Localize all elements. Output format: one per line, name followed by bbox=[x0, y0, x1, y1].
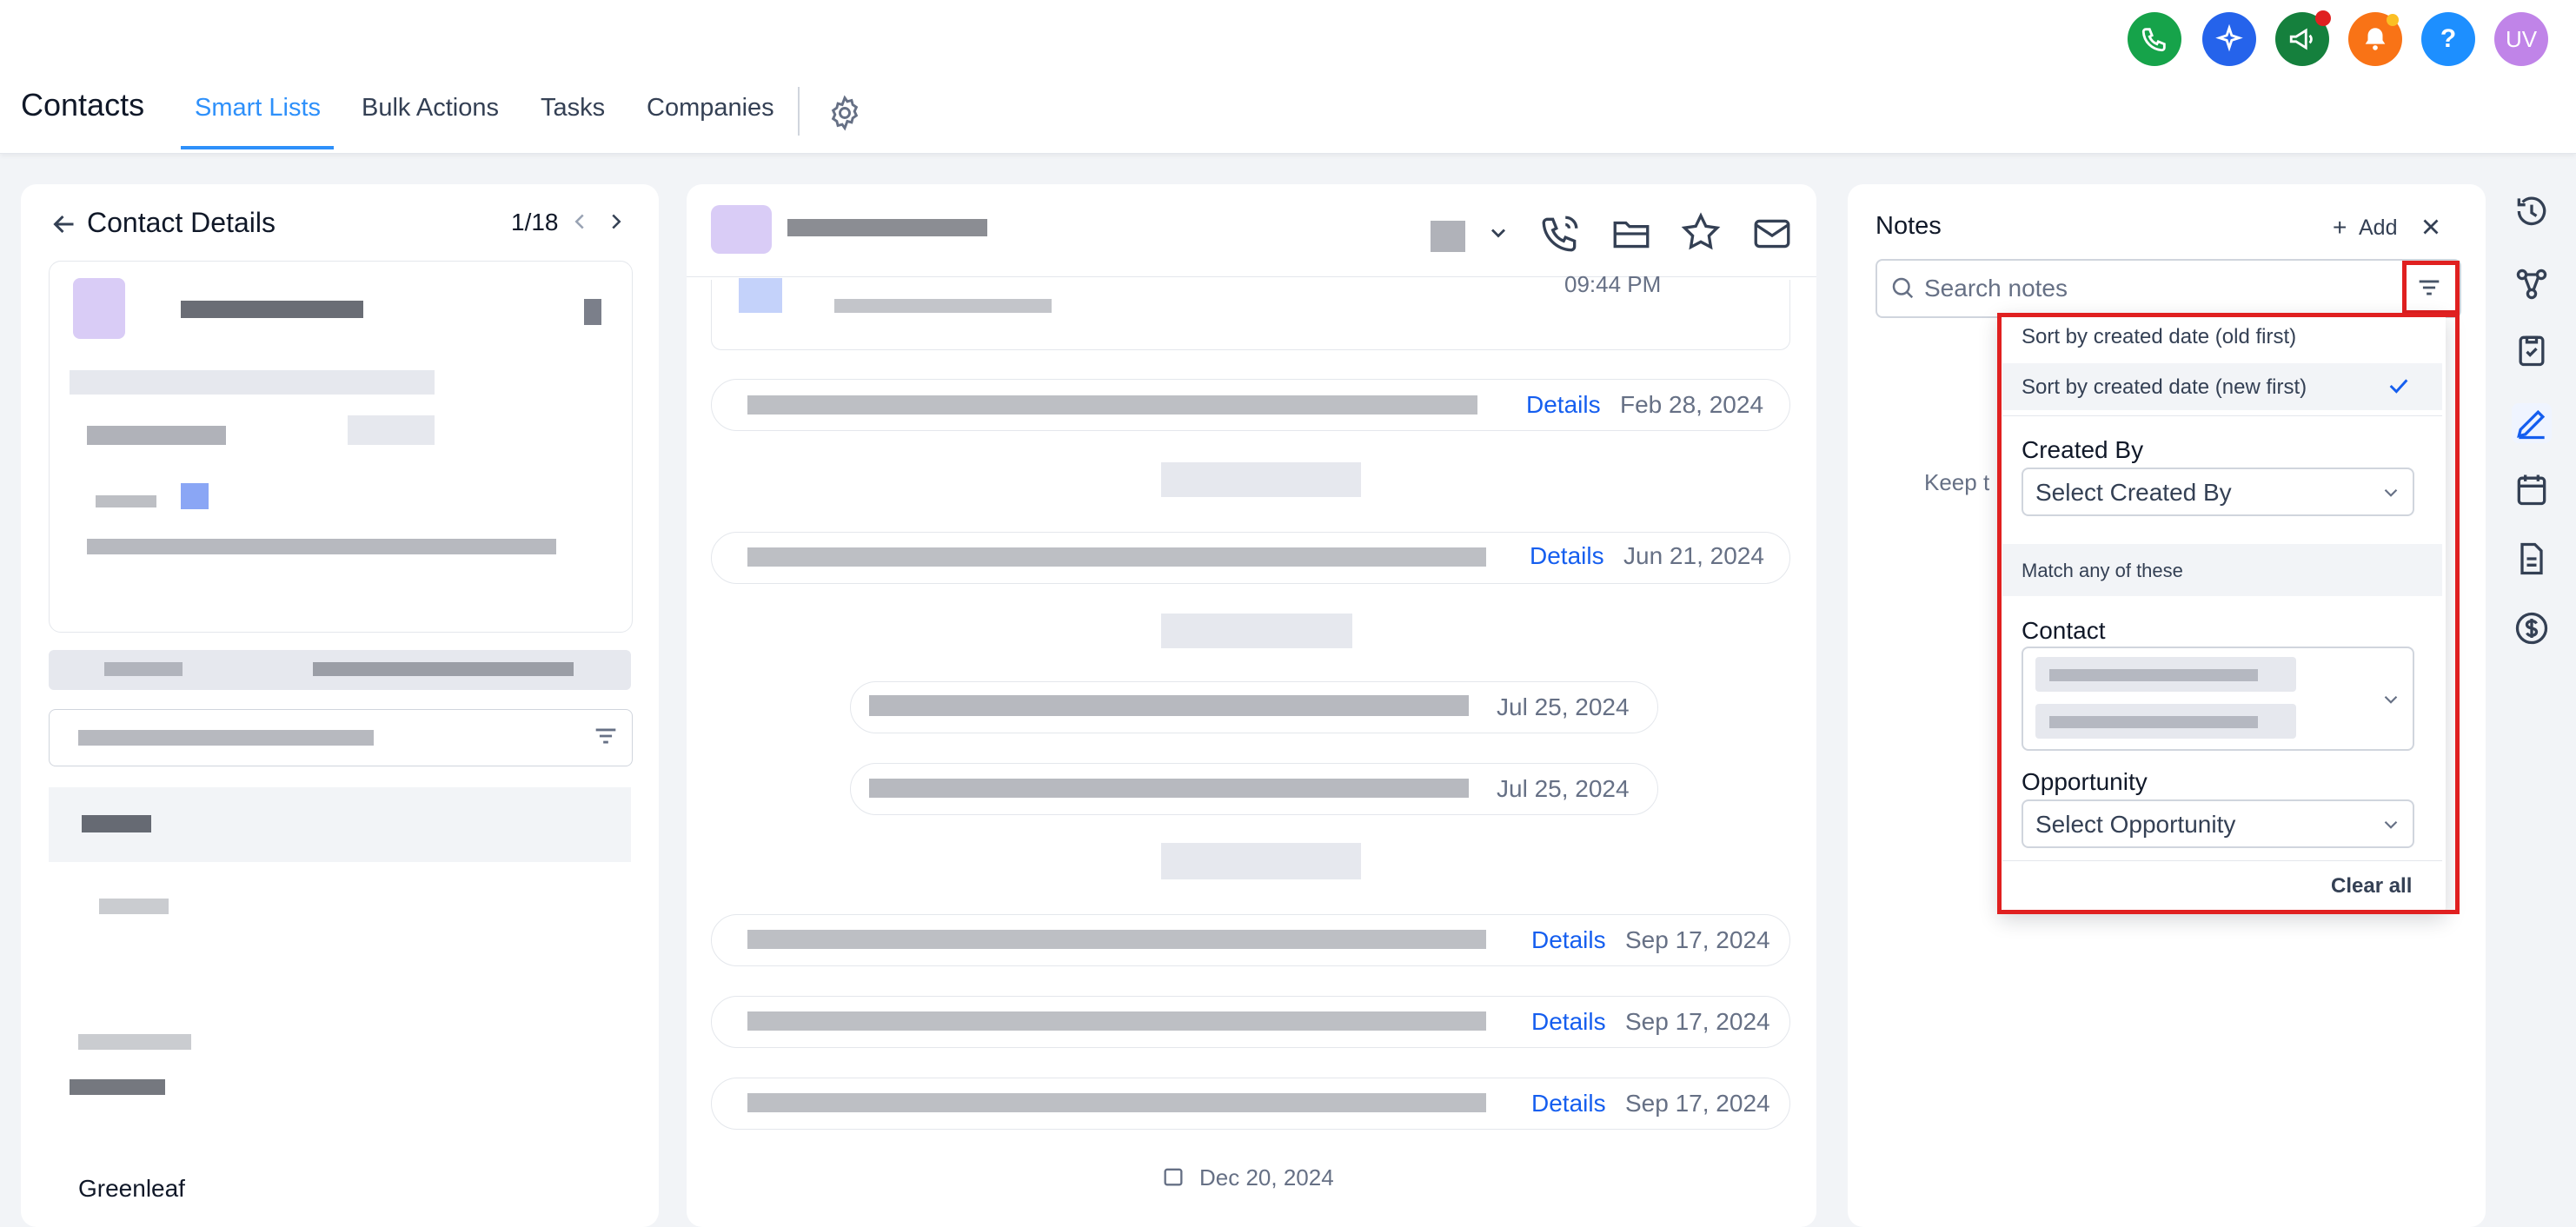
bell-badge-dot bbox=[2387, 14, 2399, 26]
activity-text-redacted bbox=[747, 1011, 1486, 1031]
conversation-avatar bbox=[711, 205, 772, 254]
filter-icon[interactable] bbox=[591, 721, 621, 751]
tab-smart-lists[interactable]: Smart Lists bbox=[195, 94, 321, 123]
date-divider-redacted bbox=[1161, 614, 1352, 648]
help-icon[interactable]: ? bbox=[2421, 12, 2475, 66]
page-title: Contacts bbox=[21, 87, 145, 123]
date-divider-redacted bbox=[1161, 843, 1361, 879]
list-item-redacted bbox=[70, 1079, 165, 1095]
list-item-redacted bbox=[82, 815, 151, 832]
mail-icon[interactable] bbox=[1749, 212, 1796, 255]
back-arrow-icon[interactable] bbox=[49, 209, 80, 240]
prev-contact-icon[interactable] bbox=[567, 209, 593, 235]
contact-tab-redacted bbox=[313, 662, 574, 676]
contact-pager: 1/18 bbox=[511, 209, 559, 235]
activity-date: Sep 17, 2024 bbox=[1625, 1008, 1770, 1035]
contact-field-redacted bbox=[87, 426, 226, 445]
notes-empty-hint: Keep t bbox=[1924, 469, 1990, 495]
add-note-button[interactable]: Add bbox=[2359, 216, 2397, 241]
activity-text-redacted bbox=[747, 1093, 1486, 1112]
details-link[interactable]: Details bbox=[1531, 1090, 1606, 1118]
tasks-clipboard-icon[interactable] bbox=[2512, 330, 2552, 370]
top-bar: Contacts Smart Lists Bulk Actions Tasks … bbox=[0, 0, 2576, 154]
contact-tab-redacted bbox=[104, 662, 183, 676]
phone-call-icon[interactable] bbox=[1538, 212, 1582, 255]
contact-field-redacted bbox=[70, 370, 435, 395]
list-item-redacted bbox=[99, 899, 169, 914]
tab-companies[interactable]: Companies bbox=[647, 94, 774, 123]
conversation-name-redacted bbox=[787, 219, 987, 236]
user-avatar[interactable]: UV bbox=[2494, 12, 2548, 66]
message-avatar bbox=[739, 278, 782, 313]
activity-date: Feb 28, 2024 bbox=[1620, 391, 1764, 418]
details-link[interactable]: Details bbox=[1531, 1008, 1606, 1036]
contact-name-redacted bbox=[181, 301, 363, 318]
activity-text-redacted bbox=[747, 930, 1486, 949]
search-notes-placeholder: Search notes bbox=[1924, 275, 2068, 302]
date-divider: Dec 20, 2024 bbox=[1199, 1164, 1334, 1191]
document-icon[interactable] bbox=[2512, 539, 2552, 579]
calendar-icon[interactable] bbox=[2512, 469, 2552, 509]
ai-sparkle-icon[interactable] bbox=[2202, 12, 2256, 66]
workflow-icon[interactable] bbox=[2512, 264, 2552, 304]
contact-field-redacted bbox=[96, 495, 156, 507]
contact-field-redacted bbox=[87, 539, 556, 554]
dropdown-highlight-box bbox=[1997, 313, 2460, 914]
contact-field-redacted bbox=[348, 415, 435, 445]
activity-date: Sep 17, 2024 bbox=[1625, 1090, 1770, 1117]
activity-text-redacted bbox=[747, 395, 1477, 415]
notes-title: Notes bbox=[1876, 212, 1942, 240]
message-text-redacted bbox=[834, 299, 1052, 313]
activity-text-redacted bbox=[869, 695, 1469, 716]
contact-avatar bbox=[73, 278, 125, 339]
search-text-redacted bbox=[78, 730, 374, 746]
notes-pencil-icon[interactable] bbox=[2512, 403, 2552, 443]
phone-icon[interactable] bbox=[2128, 12, 2181, 66]
payments-dollar-icon[interactable] bbox=[2512, 608, 2552, 648]
add-note-plus-icon[interactable]: + bbox=[2333, 214, 2347, 242]
details-link[interactable]: Details bbox=[1530, 542, 1604, 570]
details-link[interactable]: Details bbox=[1531, 926, 1606, 954]
activity-history-icon[interactable] bbox=[2512, 191, 2552, 231]
notification-dot bbox=[2315, 10, 2331, 26]
activity-text-redacted bbox=[869, 779, 1469, 798]
calendar-small-icon bbox=[1161, 1164, 1185, 1189]
folder-icon[interactable] bbox=[1610, 212, 1653, 255]
settings-gear-icon[interactable] bbox=[826, 94, 864, 132]
list-item-redacted bbox=[78, 1034, 191, 1050]
star-icon[interactable] bbox=[1679, 210, 1723, 254]
channel-redacted bbox=[1431, 221, 1465, 252]
list-item-company: Greenleaf bbox=[78, 1175, 185, 1202]
contact-details-title: Contact Details bbox=[87, 207, 276, 238]
active-tab-indicator bbox=[181, 146, 334, 149]
tab-bulk-actions[interactable]: Bulk Actions bbox=[362, 94, 499, 123]
message-time: 09:44 PM bbox=[1564, 271, 1662, 297]
details-link[interactable]: Details bbox=[1526, 391, 1601, 419]
activity-date: Sep 17, 2024 bbox=[1625, 926, 1770, 953]
activity-date: Jul 25, 2024 bbox=[1497, 693, 1630, 720]
filter-highlight-box bbox=[2402, 261, 2460, 315]
activity-text-redacted bbox=[747, 547, 1486, 567]
search-icon bbox=[1889, 275, 1915, 301]
next-contact-icon[interactable] bbox=[603, 209, 629, 235]
tab-divider bbox=[798, 87, 800, 136]
copy-icon bbox=[584, 299, 601, 325]
activity-date: Jun 21, 2024 bbox=[1623, 542, 1764, 569]
close-icon[interactable] bbox=[2418, 214, 2444, 240]
activity-date: Jul 25, 2024 bbox=[1497, 775, 1630, 802]
contact-field-redacted bbox=[181, 483, 209, 509]
tab-tasks[interactable]: Tasks bbox=[541, 94, 605, 123]
date-divider-redacted bbox=[1161, 462, 1361, 497]
chevron-down-icon[interactable] bbox=[1486, 221, 1510, 245]
